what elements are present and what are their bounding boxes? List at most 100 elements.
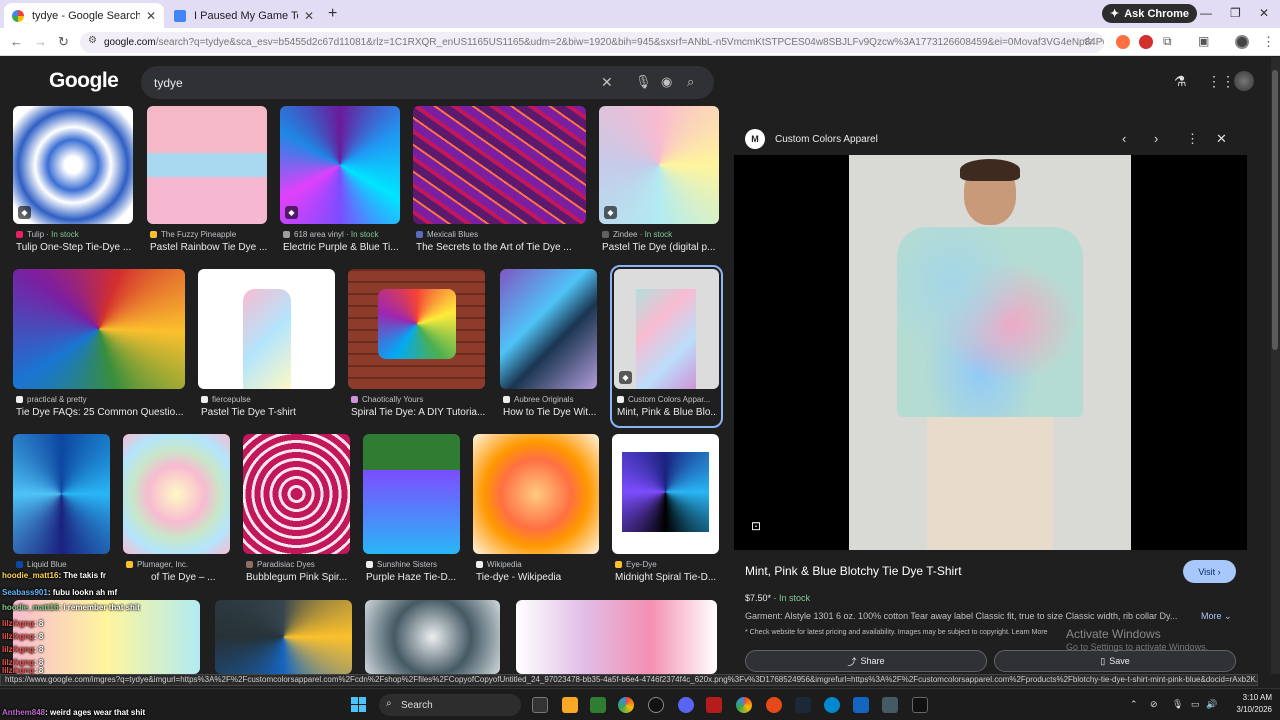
apps-grid-icon[interactable]: ⋮⋮ (1207, 73, 1235, 90)
result-source[interactable]: Sunshine Sisters (366, 560, 461, 569)
obs-icon[interactable] (648, 697, 664, 713)
app-icon[interactable] (766, 697, 782, 713)
clear-search-icon[interactable]: ✕ (601, 74, 613, 91)
save-button[interactable]: ▯ Save (994, 650, 1236, 672)
result-thumbnail[interactable]: ◆ (280, 106, 400, 224)
app-icon[interactable] (853, 697, 869, 713)
result-source[interactable]: 618 area vinyl · In stock (283, 230, 403, 239)
close-tab-icon[interactable]: ✕ (146, 9, 156, 23)
result-title[interactable]: Tulip One-Step Tie-Dye ... (16, 242, 136, 253)
bookmark-star-icon[interactable]: ☆ (1083, 34, 1094, 48)
search-query[interactable]: tydye (154, 76, 183, 90)
result-thumbnail[interactable] (13, 269, 185, 389)
result-source[interactable]: Wikipedia (476, 560, 601, 569)
result-source[interactable]: Custom Colors Appar... (617, 395, 717, 404)
product-title[interactable]: Mint, Pink & Blue Blotchy Tie Dye T-Shir… (745, 564, 962, 578)
back-icon[interactable]: ← (10, 34, 23, 49)
close-tab-icon[interactable]: ✕ (304, 9, 314, 23)
result-title[interactable]: of Tie Dye – ... (151, 572, 231, 583)
app-icon[interactable] (882, 697, 898, 713)
forward-icon[interactable]: → (34, 34, 47, 49)
result-title[interactable]: Bubblegum Pink Spir... (246, 572, 351, 583)
result-title[interactable]: Pastel Rainbow Tie Dye ... (150, 242, 270, 253)
network-icon[interactable]: ▭ (1191, 699, 1200, 710)
new-tab-icon[interactable]: + (328, 5, 337, 23)
tray-app-icon[interactable]: ⊘ (1150, 699, 1158, 710)
result-thumbnail[interactable] (198, 269, 335, 389)
google-logo[interactable]: Google (49, 69, 119, 93)
result-source[interactable]: Liquid Blue (16, 560, 111, 569)
spotify-icon[interactable] (590, 697, 606, 713)
preview-image[interactable]: ⊡ (734, 155, 1247, 550)
system-clock[interactable]: 3:10 AM 3/10/2026 (1226, 692, 1272, 716)
microphone-icon[interactable]: 🎙 (1172, 699, 1183, 710)
result-thumbnail[interactable]: ◆ (614, 269, 719, 389)
lens-search-icon[interactable]: ⊡ (751, 519, 761, 533)
minimize-icon[interactable]: — (1200, 6, 1212, 20)
start-windows-icon[interactable] (351, 697, 367, 713)
result-thumbnail[interactable] (243, 434, 350, 554)
tab-google-search[interactable]: tydye - Google Search ✕ (4, 3, 164, 28)
search-icon[interactable]: ⌕ (687, 74, 694, 90)
result-title[interactable]: Electric Purple & Blue Ti... (283, 242, 403, 253)
result-thumbnail[interactable]: ◆ (599, 106, 719, 224)
terminal-icon[interactable] (912, 697, 928, 713)
restore-icon[interactable]: ❐ (1230, 6, 1241, 20)
acrobat-icon[interactable] (706, 697, 722, 713)
tray-chevron-icon[interactable]: ⌃ (1130, 699, 1138, 710)
task-view-icon[interactable] (532, 697, 548, 713)
adblock-icon[interactable] (1139, 35, 1153, 49)
result-thumbnail[interactable] (215, 600, 352, 674)
visit-button[interactable]: Visit › (1183, 560, 1236, 583)
result-source[interactable]: fiercepulse (201, 395, 336, 404)
result-title[interactable]: The Secrets to the Art of Tie Dye ... (416, 242, 586, 253)
result-source[interactable]: Mexicali Blues (416, 230, 586, 239)
result-thumbnail[interactable] (363, 434, 460, 554)
extension-icon[interactable] (1116, 35, 1130, 49)
image-result-selected[interactable]: ◆ Custom Colors Appar... Mint, Pink & Bl… (610, 265, 723, 428)
tab-youtube-video[interactable]: I Paused My Game To Be Here ✕ (166, 3, 322, 28)
result-thumbnail[interactable] (413, 106, 586, 224)
result-thumbnail[interactable] (612, 434, 719, 554)
result-title[interactable]: Tie-dye - Wikipedia (476, 572, 601, 583)
steam-icon[interactable] (795, 697, 811, 713)
address-bar[interactable]: ⚙ google.com/search?q=tydye&sca_esv=b545… (80, 32, 1104, 53)
extensions-puzzle-icon[interactable]: ⧉ (1163, 34, 1172, 49)
volume-icon[interactable]: 🔊 (1206, 699, 1217, 710)
reload-icon[interactable]: ↻ (58, 34, 69, 50)
brand-name[interactable]: Custom Colors Apparel (775, 134, 878, 145)
result-title[interactable]: Pastel Tie Dye T-shirt (201, 407, 336, 418)
ask-chrome-button[interactable]: ✦ Ask Chrome (1102, 4, 1198, 23)
result-thumbnail[interactable] (348, 269, 485, 389)
result-title[interactable]: Midnight Spiral Tie-D... (615, 572, 720, 583)
result-title[interactable]: Pastel Tie Dye (digital p... (602, 242, 722, 253)
result-source[interactable]: The Fuzzy Pineapple (150, 230, 270, 239)
result-source[interactable]: Paradisiac Dyes (246, 560, 351, 569)
more-options-icon[interactable]: ⋮ (1186, 131, 1199, 147)
account-avatar[interactable] (1234, 71, 1254, 91)
result-thumbnail[interactable] (473, 434, 599, 554)
share-button[interactable]: ⤴ Share (745, 650, 987, 672)
result-thumbnail[interactable]: ◆ (13, 106, 133, 224)
scrollbar-thumb[interactable] (1272, 70, 1278, 350)
file-explorer-icon[interactable] (562, 697, 578, 713)
result-source[interactable]: Zindee · In stock (602, 230, 722, 239)
result-thumbnail[interactable] (516, 600, 717, 674)
result-title[interactable]: Spiral Tie Dye: A DIY Tutoria... (351, 407, 486, 418)
chrome-icon[interactable] (618, 697, 634, 713)
next-icon[interactable]: › (1154, 131, 1158, 146)
result-title[interactable]: How to Tie Dye Wit... (503, 407, 598, 418)
result-thumbnail[interactable] (147, 106, 267, 224)
taskbar-search[interactable]: ⌕ Search (379, 694, 521, 716)
result-title[interactable]: Purple Haze Tie-D... (366, 572, 461, 583)
profile-icon[interactable] (1235, 35, 1249, 49)
previous-icon[interactable]: ‹ (1122, 131, 1126, 146)
result-source[interactable]: Tulip · In stock (16, 230, 136, 239)
voice-search-icon[interactable]: 🎙 (635, 74, 652, 90)
edge-icon[interactable] (824, 697, 840, 713)
result-title[interactable]: Mint, Pink & Blue Blo... (617, 407, 717, 418)
result-thumbnail[interactable] (500, 269, 597, 389)
result-thumbnail[interactable] (123, 434, 230, 554)
chrome-active-icon[interactable] (736, 697, 752, 713)
result-source[interactable]: practical & pretty (16, 395, 186, 404)
